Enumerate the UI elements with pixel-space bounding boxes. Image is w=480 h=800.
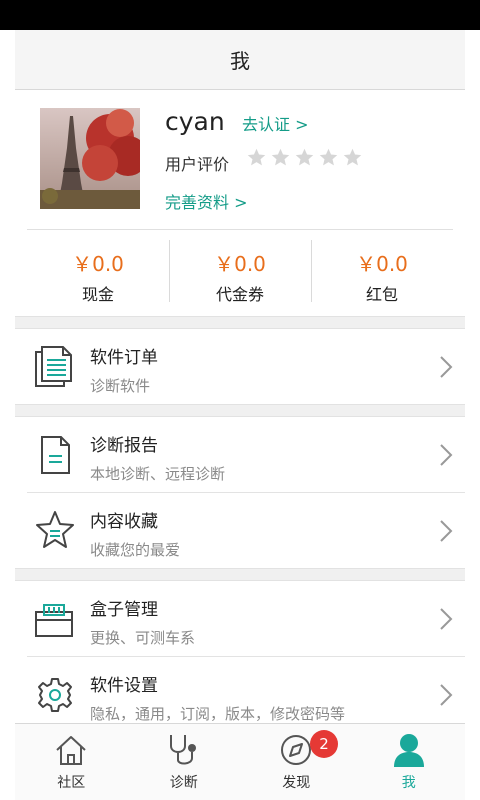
menu-item-subtitle: 本地诊断、远程诊断	[90, 465, 226, 483]
wallet-amount: ￥0.0	[72, 252, 124, 276]
gear-icon	[33, 672, 77, 718]
star-icon	[343, 148, 362, 166]
rating-stars	[246, 147, 363, 168]
tab-label: 诊断	[169, 775, 198, 791]
menu-item-diagnostic-reports[interactable]: 诊断报告 本地诊断、远程诊断	[15, 417, 465, 492]
wallet-label: 代金券	[215, 285, 264, 304]
menu-item-title: 盒子管理	[90, 600, 158, 620]
notification-badge: 2	[310, 730, 338, 758]
tab-community[interactable]: 社区	[15, 724, 128, 800]
wallet-summary: ￥0.0 现金 ￥0.0 代金券 ￥0.0 红包	[27, 229, 453, 315]
status-bar	[0, 0, 480, 30]
wallet-amount: ￥0.0	[214, 252, 266, 276]
profile-section: cyan 去认证 > 用户评价 完善资料 >	[15, 91, 465, 229]
star-outline-icon	[33, 508, 77, 554]
menu-item-title: 诊断报告	[90, 436, 158, 456]
wallet-label: 现金	[81, 285, 114, 304]
tab-me[interactable]: 我	[353, 724, 466, 800]
verify-link[interactable]: 去认证 >	[242, 111, 309, 135]
box-icon	[33, 596, 77, 642]
page-title: 我	[230, 49, 250, 73]
menu-item-box-management[interactable]: 盒子管理 更换、可测车系	[15, 581, 465, 656]
wallet-voucher[interactable]: ￥0.0 代金券	[169, 230, 311, 315]
menu-item-software-settings[interactable]: 软件设置 隐私，通用，订阅，版本，修改密码等	[15, 657, 465, 732]
tab-label: 我	[401, 775, 416, 791]
tab-label: 发现	[282, 775, 311, 791]
star-icon	[319, 148, 338, 166]
avatar-image	[40, 108, 140, 209]
rating-label: 用户评价	[165, 155, 230, 174]
section-divider	[15, 316, 465, 329]
chevron-right-icon	[440, 520, 453, 542]
menu-item-subtitle: 收藏您的最爱	[90, 541, 181, 559]
menu-item-favorites[interactable]: 内容收藏 收藏您的最爱	[15, 493, 465, 568]
star-icon	[271, 148, 290, 166]
menu-item-title: 软件设置	[90, 676, 158, 696]
tab-discover[interactable]: 2 发现	[240, 724, 353, 800]
chevron-right-icon	[440, 356, 453, 378]
bottom-tab-bar: 社区 诊断 2 发现 我	[15, 723, 465, 800]
star-icon	[247, 148, 266, 166]
person-icon	[389, 732, 429, 768]
tab-label: 社区	[57, 775, 86, 791]
title-bar: 我	[15, 30, 465, 90]
stethoscope-icon	[164, 732, 204, 768]
app-screen: 我 cyan 去认证 > 用户评价 完善资料 > ￥0.0 现金 ￥0.0 代金…	[15, 30, 465, 800]
chevron-right-icon	[440, 444, 453, 466]
star-icon	[295, 148, 314, 166]
wallet-label: 红包	[365, 285, 398, 304]
section-divider	[15, 404, 465, 417]
chevron-right-icon	[440, 608, 453, 630]
document-stack-icon	[33, 344, 77, 390]
avatar[interactable]	[40, 108, 140, 209]
menu-item-subtitle: 隐私，通用，订阅，版本，修改密码等	[90, 705, 346, 723]
menu-item-subtitle: 更换、可测车系	[90, 629, 196, 647]
tab-diagnosis[interactable]: 诊断	[128, 724, 241, 800]
wallet-cash[interactable]: ￥0.0 现金	[27, 230, 169, 315]
home-icon	[51, 732, 91, 768]
wallet-red-packet[interactable]: ￥0.0 红包	[311, 230, 453, 315]
report-icon	[33, 432, 77, 478]
menu-item-title: 内容收藏	[90, 512, 158, 532]
chevron-right-icon	[440, 684, 453, 706]
menu-item-title: 软件订单	[90, 348, 158, 368]
wallet-amount: ￥0.0	[356, 252, 408, 276]
section-divider	[15, 568, 465, 581]
menu-item-software-orders[interactable]: 软件订单 诊断软件	[15, 329, 465, 404]
menu-item-subtitle: 诊断软件	[90, 377, 151, 395]
complete-profile-link[interactable]: 完善资料 >	[165, 189, 248, 213]
username: cyan	[165, 107, 225, 136]
